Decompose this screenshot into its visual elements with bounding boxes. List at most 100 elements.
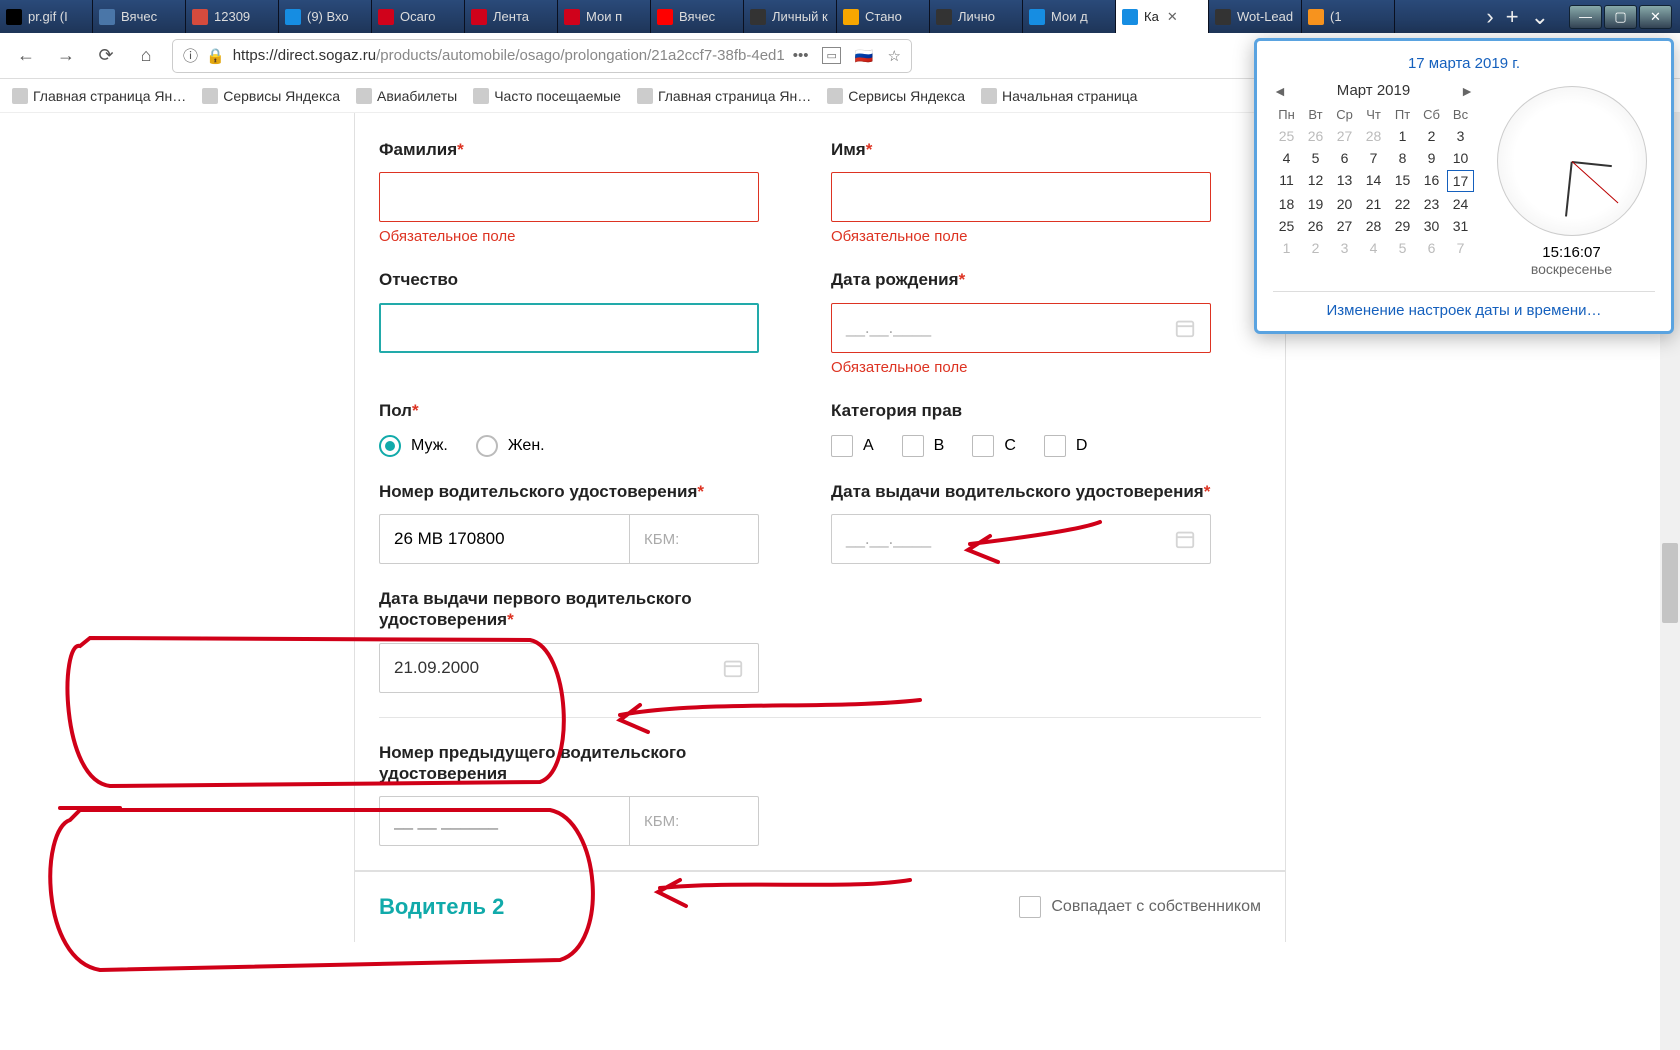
- browser-tab[interactable]: Лично: [930, 0, 1023, 33]
- window-close-button[interactable]: ✕: [1639, 5, 1672, 29]
- calendar-day[interactable]: 5: [1302, 148, 1329, 168]
- calendar-day[interactable]: 3: [1331, 238, 1358, 258]
- bookmark-item[interactable]: Часто посещаемые: [473, 88, 621, 104]
- calendar-day[interactable]: 11: [1273, 170, 1300, 192]
- flag-icon[interactable]: 🇷🇺: [855, 47, 874, 65]
- calendar-day[interactable]: 6: [1418, 238, 1445, 258]
- window-maximize-button[interactable]: ▢: [1604, 5, 1637, 29]
- calendar-day[interactable]: 9: [1418, 148, 1445, 168]
- calendar-day[interactable]: 2: [1302, 238, 1329, 258]
- browser-tab[interactable]: Личный к: [744, 0, 837, 33]
- browser-tab[interactable]: Мои п: [558, 0, 651, 33]
- close-tab-icon[interactable]: ✕: [1167, 9, 1178, 25]
- license-cat-d[interactable]: D: [1044, 435, 1088, 457]
- browser-tab[interactable]: Мои д: [1023, 0, 1116, 33]
- bookmark-item[interactable]: Сервисы Яндекса: [202, 88, 340, 104]
- calendar-day[interactable]: 27: [1331, 126, 1358, 146]
- calendar-day[interactable]: 5: [1389, 238, 1416, 258]
- cal-prev-icon[interactable]: ◄: [1273, 83, 1287, 99]
- calendar-day[interactable]: 31: [1447, 216, 1474, 236]
- reader-icon[interactable]: ▭: [822, 47, 840, 64]
- calendar-day[interactable]: 7: [1447, 238, 1474, 258]
- tab-menu-icon[interactable]: ⌄: [1531, 4, 1549, 30]
- dob-input[interactable]: __.__.____: [831, 303, 1211, 353]
- calendar-day[interactable]: 28: [1360, 126, 1387, 146]
- tab-next-icon[interactable]: ›: [1486, 4, 1493, 30]
- calendar-day[interactable]: 4: [1360, 238, 1387, 258]
- calendar-day[interactable]: 28: [1360, 216, 1387, 236]
- bookmark-item[interactable]: Главная страница Ян…: [637, 88, 811, 104]
- browser-tab[interactable]: Ка✕: [1116, 0, 1209, 33]
- license-date-input[interactable]: __.__.____: [831, 514, 1211, 564]
- bookmark-item[interactable]: Сервисы Яндекса: [827, 88, 965, 104]
- new-tab-icon[interactable]: +: [1506, 4, 1519, 30]
- calendar-day[interactable]: 2: [1418, 126, 1445, 146]
- calendar-day[interactable]: 7: [1360, 148, 1387, 168]
- prev-license-input[interactable]: [379, 796, 629, 846]
- bookmark-star-icon[interactable]: ☆: [888, 47, 901, 65]
- gender-male-radio[interactable]: Муж.: [379, 435, 448, 457]
- calendar-day[interactable]: 18: [1273, 194, 1300, 214]
- calendar-day[interactable]: 13: [1331, 170, 1358, 192]
- calendar-day[interactable]: 21: [1360, 194, 1387, 214]
- browser-tab[interactable]: Wot-Lead: [1209, 0, 1302, 33]
- address-bar[interactable]: ⓘ 🔒 https://direct.sogaz.ru/products/aut…: [172, 39, 912, 73]
- calendar-day[interactable]: 8: [1389, 148, 1416, 168]
- license-cat-b[interactable]: B: [902, 435, 945, 457]
- browser-tab[interactable]: (1: [1302, 0, 1395, 33]
- browser-tab[interactable]: Стано: [837, 0, 930, 33]
- license-cat-a[interactable]: A: [831, 435, 874, 457]
- forward-button[interactable]: →: [52, 42, 80, 70]
- browser-tab[interactable]: Лента: [465, 0, 558, 33]
- reload-button[interactable]: ⟳: [92, 42, 120, 70]
- surname-input[interactable]: [379, 172, 759, 222]
- prev-license-kbm-field[interactable]: КБМ:: [629, 796, 759, 846]
- calendar-day[interactable]: 1: [1273, 238, 1300, 258]
- calendar-day[interactable]: 14: [1360, 170, 1387, 192]
- calendar-day[interactable]: 20: [1331, 194, 1358, 214]
- bookmark-item[interactable]: Авиабилеты: [356, 88, 457, 104]
- browser-tab[interactable]: 12309: [186, 0, 279, 33]
- calendar-day[interactable]: 10: [1447, 148, 1474, 168]
- calendar-day[interactable]: 1: [1389, 126, 1416, 146]
- window-minimize-button[interactable]: —: [1569, 5, 1602, 29]
- patronymic-input[interactable]: [379, 303, 759, 353]
- calendar-day[interactable]: 15: [1389, 170, 1416, 192]
- browser-tab[interactable]: Вячес: [93, 0, 186, 33]
- calendar-day[interactable]: 30: [1418, 216, 1445, 236]
- same-as-owner-checkbox[interactable]: Совпадает с собственником: [1019, 896, 1261, 918]
- calendar-day[interactable]: 23: [1418, 194, 1445, 214]
- calendar-day[interactable]: 27: [1331, 216, 1358, 236]
- bookmark-item[interactable]: Начальная страница: [981, 88, 1137, 104]
- browser-tab[interactable]: (9) Вхо: [279, 0, 372, 33]
- gender-female-radio[interactable]: Жен.: [476, 435, 545, 457]
- page-actions-icon[interactable]: •••: [793, 47, 809, 64]
- calendar-day[interactable]: 26: [1302, 216, 1329, 236]
- license-kbm-field[interactable]: КБМ:: [629, 514, 759, 564]
- scroll-thumb[interactable]: [1662, 543, 1678, 623]
- driver-2-section[interactable]: Водитель 2 Совпадает с собственником: [354, 871, 1286, 942]
- browser-tab[interactable]: Осаго: [372, 0, 465, 33]
- name-input[interactable]: [831, 172, 1211, 222]
- calendar-day[interactable]: 22: [1389, 194, 1416, 214]
- calendar-day[interactable]: 24: [1447, 194, 1474, 214]
- back-button[interactable]: ←: [12, 42, 40, 70]
- calendar-day[interactable]: 12: [1302, 170, 1329, 192]
- calendar-day[interactable]: 6: [1331, 148, 1358, 168]
- calendar-day[interactable]: 3: [1447, 126, 1474, 146]
- calendar-day[interactable]: 17: [1447, 170, 1474, 192]
- calendar-day[interactable]: 4: [1273, 148, 1300, 168]
- license-num-input[interactable]: [379, 514, 629, 564]
- first-license-input[interactable]: 21.09.2000: [379, 643, 759, 693]
- bookmark-item[interactable]: Главная страница Ян…: [12, 88, 186, 104]
- calendar-day[interactable]: 16: [1418, 170, 1445, 192]
- license-cat-c[interactable]: C: [972, 435, 1016, 457]
- calendar-day[interactable]: 29: [1389, 216, 1416, 236]
- calendar-day[interactable]: 25: [1273, 126, 1300, 146]
- datetime-settings-link[interactable]: Изменение настроек даты и времени…: [1273, 291, 1655, 319]
- calendar-day[interactable]: 25: [1273, 216, 1300, 236]
- home-button[interactable]: ⌂: [132, 42, 160, 70]
- calendar-day[interactable]: 26: [1302, 126, 1329, 146]
- browser-tab[interactable]: pr.gif (I: [0, 0, 93, 33]
- calendar-day[interactable]: 19: [1302, 194, 1329, 214]
